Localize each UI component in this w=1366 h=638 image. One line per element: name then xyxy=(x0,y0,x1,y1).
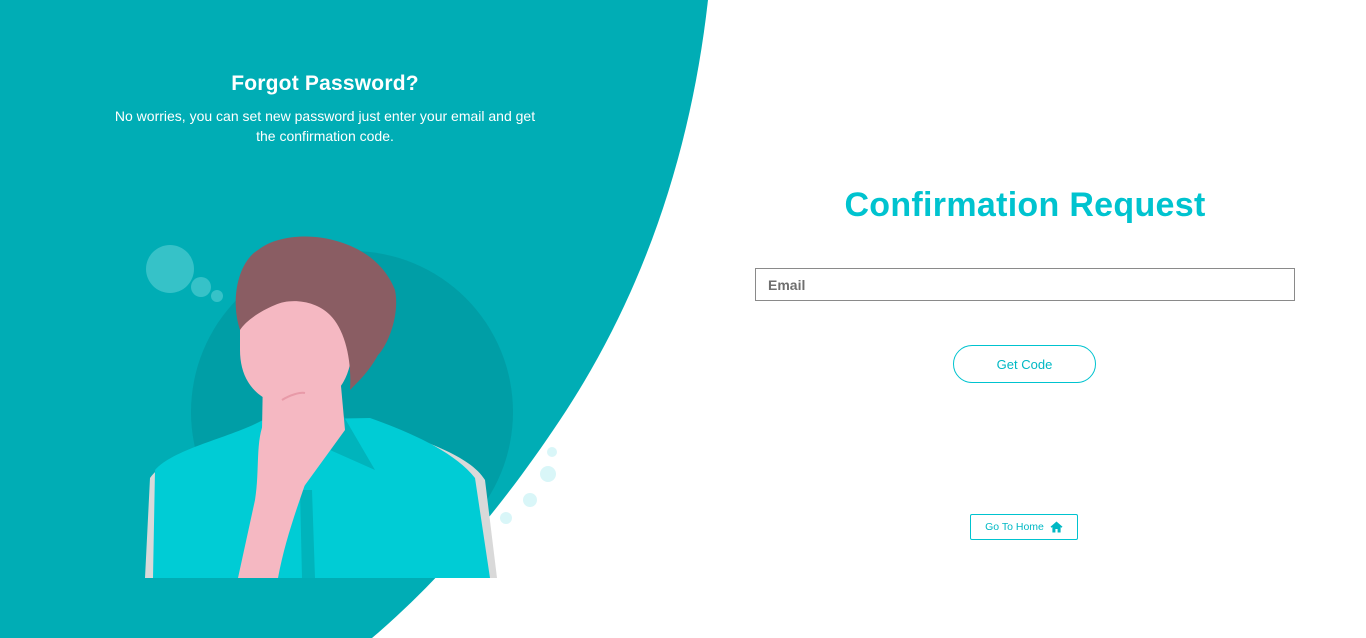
confirmation-request-title: Confirmation Request xyxy=(844,186,1206,224)
email-input[interactable] xyxy=(755,268,1295,301)
forgot-password-title: Forgot Password? xyxy=(231,72,419,95)
subtitle-line-1: No worries, you can set new password jus… xyxy=(114,108,536,124)
forgot-password-intro: Forgot Password? No worries, you can set… xyxy=(80,72,570,146)
home-icon xyxy=(1050,521,1063,533)
go-to-home-label: Go To Home xyxy=(985,521,1044,533)
page: Forgot Password? No worries, you can set… xyxy=(0,0,1366,638)
forgot-password-subtitle: No worries, you can set new password jus… xyxy=(80,106,570,146)
subtitle-line-2: the confirmation code. xyxy=(256,128,394,144)
go-to-home-button[interactable]: Go To Home xyxy=(970,514,1078,540)
get-code-button[interactable]: Get Code xyxy=(953,345,1096,383)
